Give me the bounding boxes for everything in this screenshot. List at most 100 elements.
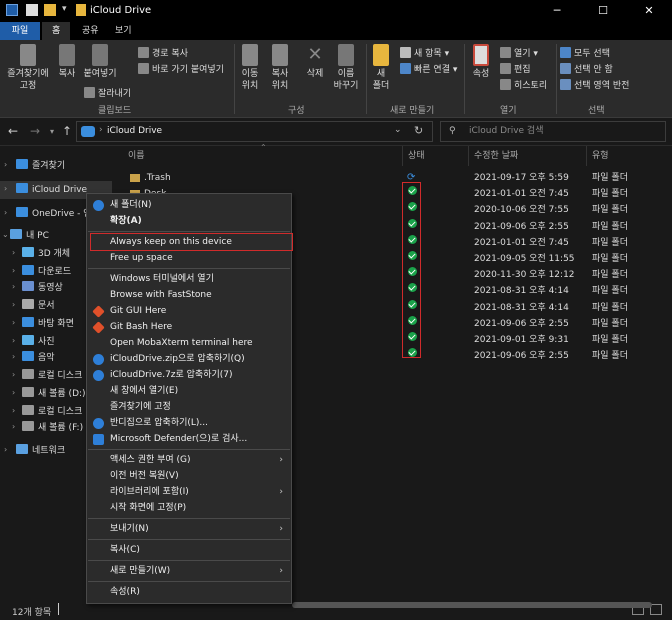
expanded-chevron-icon[interactable]: ⌄: [2, 230, 9, 239]
expand-chevron-icon[interactable]: ›: [12, 248, 15, 257]
select-all-button[interactable]: 모두 선택: [560, 46, 610, 59]
menu-item[interactable]: 액세스 권한 부여 (G) ›: [87, 452, 291, 468]
maximize-button[interactable]: ☐: [580, 0, 626, 22]
expand-chevron-icon[interactable]: ›: [12, 282, 15, 291]
sidebar-item[interactable]: 즐겨찾기: [16, 157, 65, 175]
pin-to-quick-access-button[interactable]: 즐겨찾기에 고정: [4, 44, 52, 92]
close-button[interactable]: ✕: [626, 0, 672, 22]
open-button[interactable]: 열기 ▾: [500, 46, 538, 59]
menu-item[interactable]: Git GUI Here: [87, 303, 291, 319]
menu-item[interactable]: 새 폴더(N): [87, 197, 291, 213]
menu-item[interactable]: Microsoft Defender(으)로 검사...: [87, 431, 291, 447]
menu-item[interactable]: 라이브러리에 포함(I) ›: [87, 484, 291, 500]
select-none-button[interactable]: 선택 안 함: [560, 62, 613, 75]
menu-item[interactable]: Browse with FastStone: [87, 287, 291, 303]
paste-shortcut-button[interactable]: 바로 가기 붙여넣기: [138, 62, 224, 75]
search-input[interactable]: ⚲ iCloud Drive 검색: [440, 121, 666, 142]
copy-path-button[interactable]: 경로 복사: [138, 46, 188, 59]
menu-item[interactable]: Git Bash Here: [87, 319, 291, 335]
expand-chevron-icon[interactable]: ›: [12, 336, 15, 345]
cut-button[interactable]: 잘라내기: [84, 86, 131, 99]
sidebar-item-label: 새 볼륨 (D:): [38, 389, 86, 399]
file-type: 파일 폴더: [592, 254, 628, 264]
menu-item[interactable]: 새로 만들기(W) ›: [87, 563, 291, 579]
copy-button[interactable]: 복사: [54, 44, 80, 80]
sidebar-item[interactable]: 문서: [22, 297, 55, 315]
expand-chevron-icon[interactable]: ›: [12, 422, 15, 431]
menu-item[interactable]: iCloudDrive.7z로 압축하기(7): [87, 367, 291, 383]
address-box[interactable]: › iCloud Drive ⌄ ↻: [76, 121, 433, 142]
expand-chevron-icon[interactable]: ›: [4, 160, 7, 169]
sidebar-item[interactable]: OneDrive - 연: [16, 205, 92, 223]
sidebar-item[interactable]: 새 볼륨 (D:): [22, 385, 86, 403]
history-button[interactable]: 히스토리: [500, 78, 547, 91]
sidebar-item[interactable]: 새 볼륨 (F:): [22, 419, 83, 437]
paste-shortcut-icon: [138, 63, 149, 74]
column-header-type[interactable]: 유형: [592, 146, 609, 166]
sidebar-item[interactable]: 네트워크: [16, 442, 65, 460]
address-dropdown-icon[interactable]: ⌄: [394, 125, 402, 135]
expand-chevron-icon[interactable]: ›: [4, 184, 7, 193]
quick-new-folder-icon[interactable]: [44, 4, 56, 16]
menu-item[interactable]: 반디집으로 압축하기(L)...: [87, 415, 291, 431]
menu-item[interactable]: 속성(R): [87, 584, 291, 600]
back-arrow-icon[interactable]: ←: [8, 124, 18, 138]
new-folder-button[interactable]: 새 폴더: [370, 44, 392, 92]
expand-chevron-icon[interactable]: ›: [4, 445, 7, 454]
invert-selection-button[interactable]: 선택 영역 반전: [560, 78, 629, 91]
menu-separator: [88, 231, 290, 232]
properties-button[interactable]: 속성: [468, 44, 494, 80]
sidebar-item[interactable]: 3D 개체: [22, 245, 70, 263]
menu-item[interactable]: 즐겨찾기에 고정: [87, 399, 291, 415]
menu-item[interactable]: 이전 버전 복원(V): [87, 468, 291, 484]
minimize-button[interactable]: ─: [534, 0, 580, 22]
menu-item[interactable]: Open MobaXterm terminal here: [87, 335, 291, 351]
tab-view[interactable]: 보기: [105, 22, 142, 40]
sidebar-item[interactable]: 내 PC: [10, 227, 49, 245]
rename-button[interactable]: 이름 바꾸기: [330, 44, 362, 92]
expand-chevron-icon[interactable]: ›: [12, 370, 15, 379]
paste-button[interactable]: 붙여넣기: [82, 44, 118, 80]
easy-access-button[interactable]: 빠른 연결 ▾: [400, 62, 457, 75]
expand-chevron-icon[interactable]: ›: [12, 300, 15, 309]
expand-chevron-icon[interactable]: ›: [4, 208, 7, 217]
forward-arrow-icon[interactable]: →: [30, 124, 40, 138]
recent-locations-icon[interactable]: ▾: [50, 127, 54, 136]
move-to-button[interactable]: 이동 위치: [236, 44, 264, 92]
sidebar-item[interactable]: 바탕 화면: [22, 315, 74, 333]
menu-item[interactable]: 새 창에서 열기(E): [87, 383, 291, 399]
new-item-button[interactable]: 새 항목 ▾: [400, 46, 449, 59]
expand-chevron-icon[interactable]: ›: [12, 406, 15, 415]
sidebar-item[interactable]: 음악: [22, 349, 55, 367]
expand-chevron-icon[interactable]: ›: [12, 318, 15, 327]
expand-chevron-icon[interactable]: ›: [12, 266, 15, 275]
tab-home[interactable]: 홈: [42, 22, 71, 40]
menu-item[interactable]: 시작 화면에 고정(P): [87, 500, 291, 516]
tab-share[interactable]: 공유: [72, 22, 109, 40]
horizontal-scrollbar[interactable]: [292, 602, 652, 608]
sidebar-item[interactable]: 동영상: [22, 279, 63, 297]
copy-to-button[interactable]: 복사 위치: [266, 44, 294, 92]
edit-button[interactable]: 편집: [500, 62, 531, 75]
column-header-name[interactable]: 이름: [128, 146, 145, 166]
column-header-status[interactable]: 상태: [408, 146, 425, 166]
group-divider: [464, 44, 465, 114]
column-header-modified[interactable]: 수정한 날짜: [474, 146, 518, 166]
quick-access-dropdown-icon[interactable]: ▾: [62, 4, 67, 14]
menu-item[interactable]: Windows 터미널에서 열기: [87, 271, 291, 287]
quick-properties-icon[interactable]: [26, 4, 38, 16]
menu-item[interactable]: Free up space: [87, 250, 291, 266]
menu-item[interactable]: 복사(C): [87, 542, 291, 558]
table-row[interactable]: .Trash ⟳ 2021-09-17 오후 5:59 파일 폴더: [112, 170, 660, 186]
menu-item[interactable]: 보내기(N) ›: [87, 521, 291, 537]
tab-file[interactable]: 파일: [0, 22, 40, 40]
sidebar-item[interactable]: 로컬 디스크: [22, 367, 82, 385]
sidebar-item-label: 사진: [38, 337, 55, 347]
refresh-icon[interactable]: ↻: [414, 124, 423, 137]
up-arrow-icon[interactable]: ↑: [62, 124, 72, 138]
expand-chevron-icon[interactable]: ›: [12, 352, 15, 361]
menu-item[interactable]: iCloudDrive.zip으로 압축하기(Q): [87, 351, 291, 367]
menu-item[interactable]: 확장(A): [87, 213, 291, 229]
delete-button[interactable]: ✕ 삭제: [302, 44, 328, 80]
expand-chevron-icon[interactable]: ›: [12, 388, 15, 397]
